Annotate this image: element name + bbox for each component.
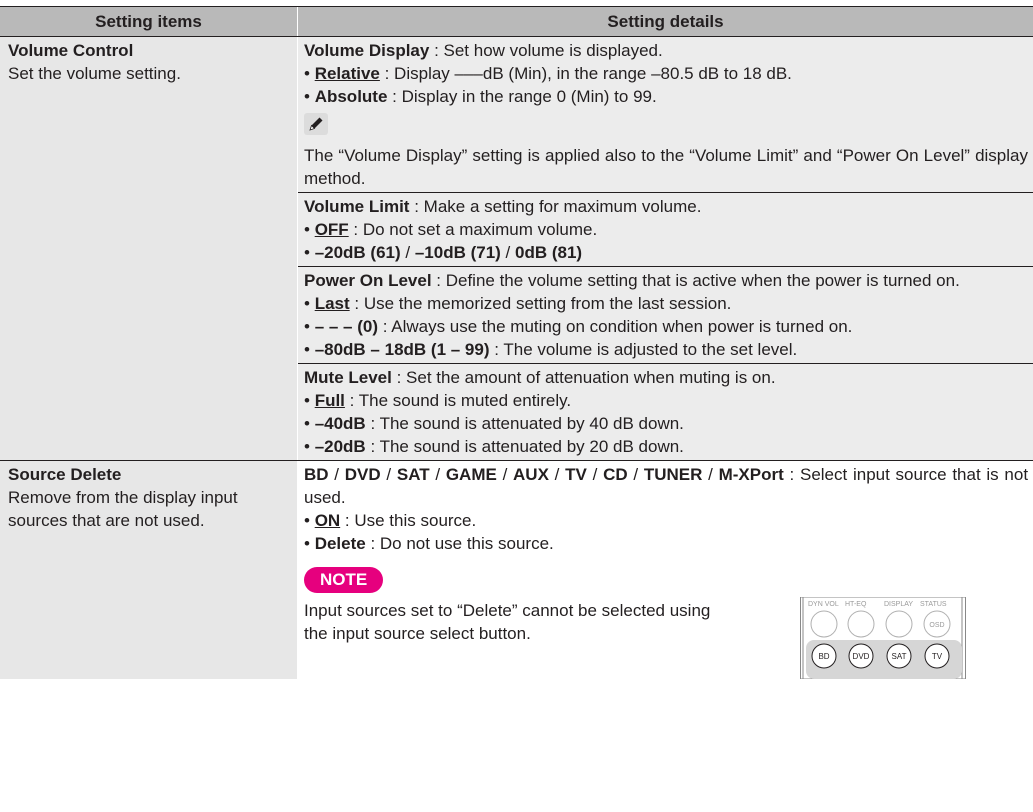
note-badge: NOTE [304,567,384,593]
settings-table: Setting items Setting details Volume Con… [0,6,1033,679]
setting-name: Volume Display [304,41,430,60]
option-on: • ON : Use this source. [304,511,477,530]
item-desc: Remove from the display input sources th… [8,488,238,530]
option-absolute: • Absolute : Display in the range 0 (Min… [304,87,657,106]
remote-control-illustration: DYN VOL HT-EQ DISPLAY STATUS OSD BD DVD … [800,597,966,679]
option-off: • OFF : Do not set a maximum volume. [304,220,598,239]
block-source-delete: BD / DVD / SAT / GAME / AUX / TV / CD / … [298,461,1033,679]
option-delete: • Delete : Do not use this source. [304,534,554,553]
label-ht-eq: HT-EQ [845,601,867,608]
memo-pencil-icon [304,113,328,135]
remote-tv-button: TV [932,652,943,661]
option-range: • –80dB – 18dB (1 – 99) : The volume is … [304,340,798,359]
option-relative: • Relative : Display –––dB (Min), in the… [304,64,792,83]
item-desc: Set the volume setting. [8,64,181,83]
block-mute-level: Mute Level : Set the amount of attenuati… [298,364,1033,460]
block-power-on-level: Power On Level : Define the volume setti… [298,267,1033,364]
block-volume-display: Volume Display : Set how volume is displ… [298,37,1033,193]
source-list: BD / DVD / SAT / GAME / AUX / TV / CD / … [304,465,1029,507]
table-header: Setting items Setting details [0,7,1033,37]
item-volume-control: Volume Control Set the volume setting. [0,37,298,460]
item-title: Volume Control [8,41,134,60]
svg-text:OSD: OSD [929,622,944,629]
remote-bd-button: BD [818,652,829,661]
option-20db: • –20dB : The sound is attenuated by 20 … [304,437,684,456]
block-volume-limit: Volume Limit : Make a setting for maximu… [298,193,1033,267]
item-source-delete: Source Delete Remove from the display in… [0,461,298,679]
remote-sat-button: SAT [892,652,907,661]
item-title: Source Delete [8,465,122,484]
option-last: • Last : Use the memorized setting from … [304,294,732,313]
option-muting: • – – – (0) : Always use the muting on c… [304,317,853,336]
label-dyn-vol: DYN VOL [808,601,839,608]
option-db-limits: • –20dB (61) / –10dB (71) / 0dB (81) [304,243,583,262]
note-text: Input sources set to “Delete” cannot be … [304,601,711,643]
setting-text: Set how volume is displayed. [443,41,663,60]
label-status: STATUS [920,601,947,608]
details-volume-control: Volume Display : Set how volume is displ… [298,37,1033,460]
row-source-delete: Source Delete Remove from the display in… [0,461,1033,679]
row-volume-control: Volume Control Set the volume setting. V… [0,37,1033,461]
option-full: • Full : The sound is muted entirely. [304,391,572,410]
header-setting-details: Setting details [298,7,1033,36]
remote-dvd-button: DVD [853,652,870,661]
label-display: DISPLAY [884,601,913,608]
header-setting-items: Setting items [0,7,298,36]
memo-text: The “Volume Display” setting is applied … [304,146,1028,188]
manual-page: Setting items Setting details Volume Con… [0,0,1033,812]
option-40db: • –40dB : The sound is attenuated by 40 … [304,414,684,433]
details-source-delete: BD / DVD / SAT / GAME / AUX / TV / CD / … [298,461,1033,679]
